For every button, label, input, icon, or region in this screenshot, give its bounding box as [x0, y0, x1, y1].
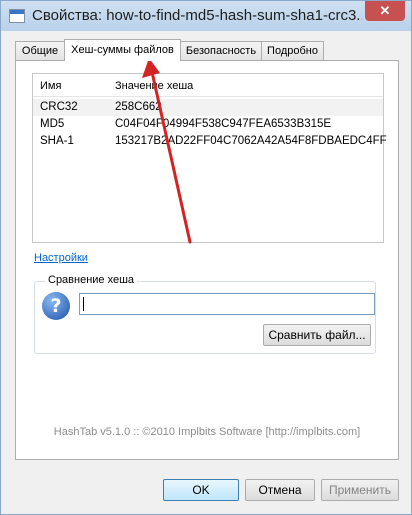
hash-name: SHA-1 — [40, 135, 74, 147]
text-caret — [83, 297, 84, 311]
hash-compare-label: Сравнение хеша — [45, 274, 138, 286]
hash-compare-input[interactable] — [79, 293, 375, 315]
apply-button[interactable]: Применить — [321, 479, 399, 501]
tab-security[interactable]: Безопасность — [180, 41, 262, 60]
hash-row[interactable]: CRC32 258C662 — [33, 99, 383, 116]
hash-list[interactable]: Имя Значение хеша CRC32 258C662 MD5 C04F… — [32, 73, 387, 243]
hash-name: CRC32 — [40, 101, 78, 113]
hash-name: MD5 — [40, 118, 65, 130]
tab-general[interactable]: Общие — [15, 41, 65, 60]
window-icon — [9, 9, 25, 23]
close-button[interactable]: ✕ — [365, 1, 405, 21]
hash-row[interactable]: SHA-1 153217B2AD22FF04C7062A42A54F8FDBAE… — [33, 133, 387, 150]
hash-value: 153217B2AD22FF04C7062A42A54F8FDBAEDC4FF — [115, 135, 387, 147]
column-header-hash-value[interactable]: Значение хеша — [115, 80, 193, 92]
window-title: Свойства: how-to-find-md5-hash-sum-sha1-… — [32, 7, 362, 24]
hash-value: 258C662 — [115, 101, 162, 113]
title-bar: Свойства: how-to-find-md5-hash-sum-sha1-… — [1, 1, 411, 31]
settings-link[interactable]: Настройки — [34, 252, 88, 264]
tab-details[interactable]: Подробно — [261, 41, 324, 60]
question-icon: ? — [42, 292, 70, 320]
hash-row[interactable]: MD5 C04F04F04994F538C947FEA6533B315E — [33, 116, 383, 133]
properties-dialog: Свойства: how-to-find-md5-hash-sum-sha1-… — [0, 0, 412, 515]
compare-file-button[interactable]: Сравнить файл... — [263, 324, 371, 346]
hashtab-footer: HashTab v5.1.0 :: ©2010 Implbits Softwar… — [53, 426, 361, 438]
ok-button[interactable]: OK — [163, 479, 239, 501]
hash-list-header: Имя Значение хеша — [33, 74, 383, 97]
hash-value: C04F04F04994F538C947FEA6533B315E — [115, 118, 332, 130]
column-header-name[interactable]: Имя — [40, 80, 61, 92]
tab-panel: Имя Значение хеша CRC32 258C662 MD5 C04F… — [15, 60, 399, 460]
cancel-button[interactable]: Отмена — [245, 479, 315, 501]
hash-compare-group: Сравнение хеша ? Сравнить файл... — [34, 274, 376, 354]
tab-file-hashes[interactable]: Хеш-суммы файлов — [64, 39, 181, 61]
